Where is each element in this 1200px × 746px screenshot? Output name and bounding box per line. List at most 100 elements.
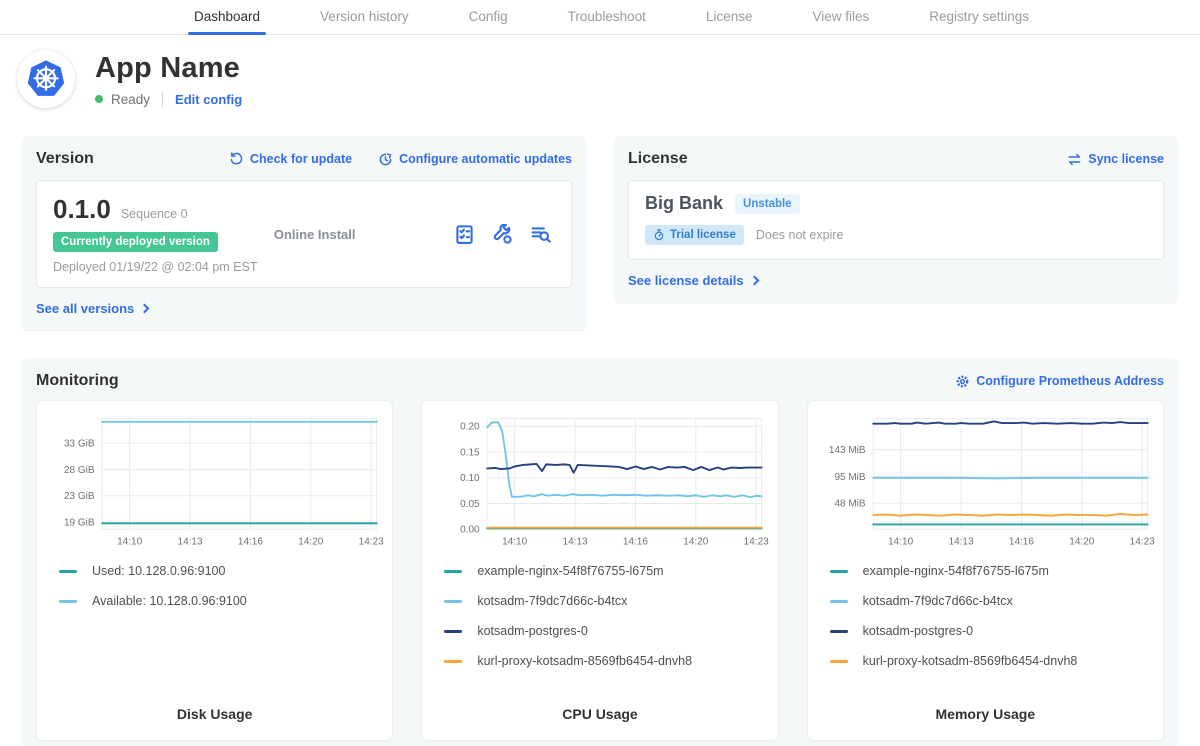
svg-text:23 GiB: 23 GiB: [64, 491, 95, 502]
memory-usage-legend: example-nginx-54f8f76755-l675mkotsadm-7f…: [830, 564, 1155, 668]
svg-text:14:23: 14:23: [1129, 536, 1154, 547]
svg-text:14:16: 14:16: [1009, 536, 1034, 547]
trial-license-badge: Trial license: [645, 225, 744, 245]
legend-swatch-icon: [444, 630, 462, 633]
svg-text:14:10: 14:10: [502, 536, 527, 547]
svg-text:0.10: 0.10: [460, 473, 480, 484]
legend-label: kotsadm-7f9dc7d66c-b4tcx: [863, 594, 1013, 608]
svg-text:95 MiB: 95 MiB: [834, 472, 865, 483]
tab-config[interactable]: Config: [467, 1, 510, 34]
chart-title: Disk Usage: [45, 706, 384, 726]
tab-view-files[interactable]: View files: [810, 1, 871, 34]
legend-swatch-icon: [830, 630, 848, 633]
disk-usage-chart-card: 14:1014:1314:1614:2014:2319 GiB23 GiB28 …: [36, 400, 393, 741]
current-version-row: 0.1.0 Sequence 0 Currently deployed vers…: [36, 180, 572, 288]
version-info: 0.1.0 Sequence 0 Currently deployed vers…: [53, 194, 274, 274]
chart-title: Memory Usage: [816, 706, 1155, 726]
svg-text:0.05: 0.05: [460, 499, 480, 510]
legend-label: Available: 10.128.0.96:9100: [92, 594, 247, 608]
logs-magnifier-icon[interactable]: [530, 224, 551, 245]
app-title-block: App Name Ready Edit config: [95, 52, 242, 107]
svg-text:0.00: 0.00: [460, 525, 480, 536]
top-nav: Dashboard Version history Config Trouble…: [0, 0, 1200, 35]
tab-troubleshoot[interactable]: Troubleshoot: [566, 1, 648, 34]
svg-text:0.15: 0.15: [460, 447, 480, 458]
svg-text:14:10: 14:10: [888, 536, 913, 547]
legend-swatch-icon: [830, 660, 848, 663]
configure-auto-updates-link[interactable]: Configure automatic updates: [378, 152, 572, 167]
legend-item: kurl-proxy-kotsadm-8569fb6454-dnvh8: [444, 654, 769, 668]
legend-swatch-icon: [444, 660, 462, 663]
tab-registry-settings[interactable]: Registry settings: [927, 1, 1031, 34]
legend-swatch-icon: [444, 570, 462, 573]
stopwatch-icon: [653, 229, 665, 241]
tab-version-history[interactable]: Version history: [318, 1, 411, 34]
legend-label: kotsadm-postgres-0: [477, 624, 587, 638]
svg-text:14:10: 14:10: [117, 536, 142, 547]
legend-label: example-nginx-54f8f76755-l675m: [477, 564, 663, 578]
check-for-update-link[interactable]: Check for update: [229, 152, 352, 167]
top-cards-row: Version Check for update Configure au: [22, 136, 1178, 332]
legend-swatch-icon: [59, 600, 77, 603]
license-card: License Sync license Big Bank Unstable: [614, 136, 1178, 304]
preflight-checklist-icon[interactable]: [454, 224, 475, 245]
legend-swatch-icon: [444, 600, 462, 603]
monitoring-card: Monitoring Configure Prometheus Address …: [22, 358, 1178, 746]
legend-label: kurl-proxy-kotsadm-8569fb6454-dnvh8: [477, 654, 692, 668]
legend-item: Available: 10.128.0.96:9100: [59, 594, 384, 608]
svg-text:14:13: 14:13: [948, 536, 973, 547]
chart-title: CPU Usage: [430, 706, 769, 726]
edit-config-link[interactable]: Edit config: [175, 92, 242, 107]
license-expiry: Does not expire: [756, 228, 844, 242]
config-wrench-icon[interactable]: [492, 224, 513, 245]
svg-text:14:23: 14:23: [744, 536, 769, 547]
svg-text:48 MiB: 48 MiB: [834, 499, 865, 510]
disk-usage-legend: Used: 10.128.0.96:9100 Available: 10.128.…: [59, 564, 384, 608]
memory-usage-chart: 14:1014:1314:1614:2014:2348 MiB95 MiB143…: [816, 411, 1155, 552]
monitoring-title: Monitoring: [36, 372, 119, 390]
legend-label: kotsadm-7f9dc7d66c-b4tcx: [477, 594, 627, 608]
sync-license-link[interactable]: Sync license: [1067, 152, 1164, 167]
tab-dashboard[interactable]: Dashboard: [192, 1, 262, 34]
legend-swatch-icon: [830, 570, 848, 573]
legend-item: kotsadm-postgres-0: [444, 624, 769, 638]
install-type: Online Install: [274, 227, 454, 242]
divider: [162, 92, 163, 107]
chevron-right-icon: [140, 304, 150, 314]
app-header: App Name Ready Edit config: [0, 35, 1200, 116]
legend-swatch-icon: [830, 600, 848, 603]
svg-text:28 GiB: 28 GiB: [64, 465, 95, 476]
tab-license[interactable]: License: [704, 1, 755, 34]
channel-badge: Unstable: [735, 194, 800, 214]
memory-usage-chart-card: 14:1014:1314:1614:2014:2348 MiB95 MiB143…: [807, 400, 1164, 741]
version-actions: [454, 224, 555, 245]
legend-item: Used: 10.128.0.96:9100: [59, 564, 384, 578]
version-card-header: Version Check for update Configure au: [36, 150, 572, 168]
version-number: 0.1.0: [53, 194, 111, 225]
update-clock-icon: [378, 152, 393, 167]
see-license-details-link[interactable]: See license details: [628, 273, 758, 288]
svg-text:14:23: 14:23: [359, 536, 384, 547]
configure-prometheus-link[interactable]: Configure Prometheus Address: [955, 374, 1164, 389]
license-summary: Big Bank Unstable Trial license Does not…: [628, 180, 1164, 260]
version-card: Version Check for update Configure au: [22, 136, 586, 332]
svg-text:14:20: 14:20: [298, 536, 323, 547]
legend-label: Used: 10.128.0.96:9100: [92, 564, 225, 578]
deployed-badge: Currently deployed version: [53, 232, 218, 252]
svg-text:0.20: 0.20: [460, 422, 480, 433]
svg-text:19 GiB: 19 GiB: [64, 518, 95, 529]
legend-label: kurl-proxy-kotsadm-8569fb6454-dnvh8: [863, 654, 1078, 668]
legend-swatch-icon: [59, 570, 77, 573]
status-row: Ready Edit config: [95, 92, 242, 107]
chevron-right-icon: [749, 276, 759, 286]
svg-text:14:20: 14:20: [684, 536, 709, 547]
legend-item: kotsadm-7f9dc7d66c-b4tcx: [444, 594, 769, 608]
see-all-versions-link[interactable]: See all versions: [36, 301, 148, 316]
svg-text:14:13: 14:13: [563, 536, 588, 547]
monitoring-header: Monitoring Configure Prometheus Address: [36, 372, 1164, 390]
legend-item: example-nginx-54f8f76755-l675m: [444, 564, 769, 578]
customer-name: Big Bank: [645, 193, 723, 214]
disk-usage-chart: 14:1014:1314:1614:2014:2319 GiB23 GiB28 …: [45, 411, 384, 552]
svg-text:14:13: 14:13: [178, 536, 203, 547]
app-avatar: [17, 50, 75, 108]
